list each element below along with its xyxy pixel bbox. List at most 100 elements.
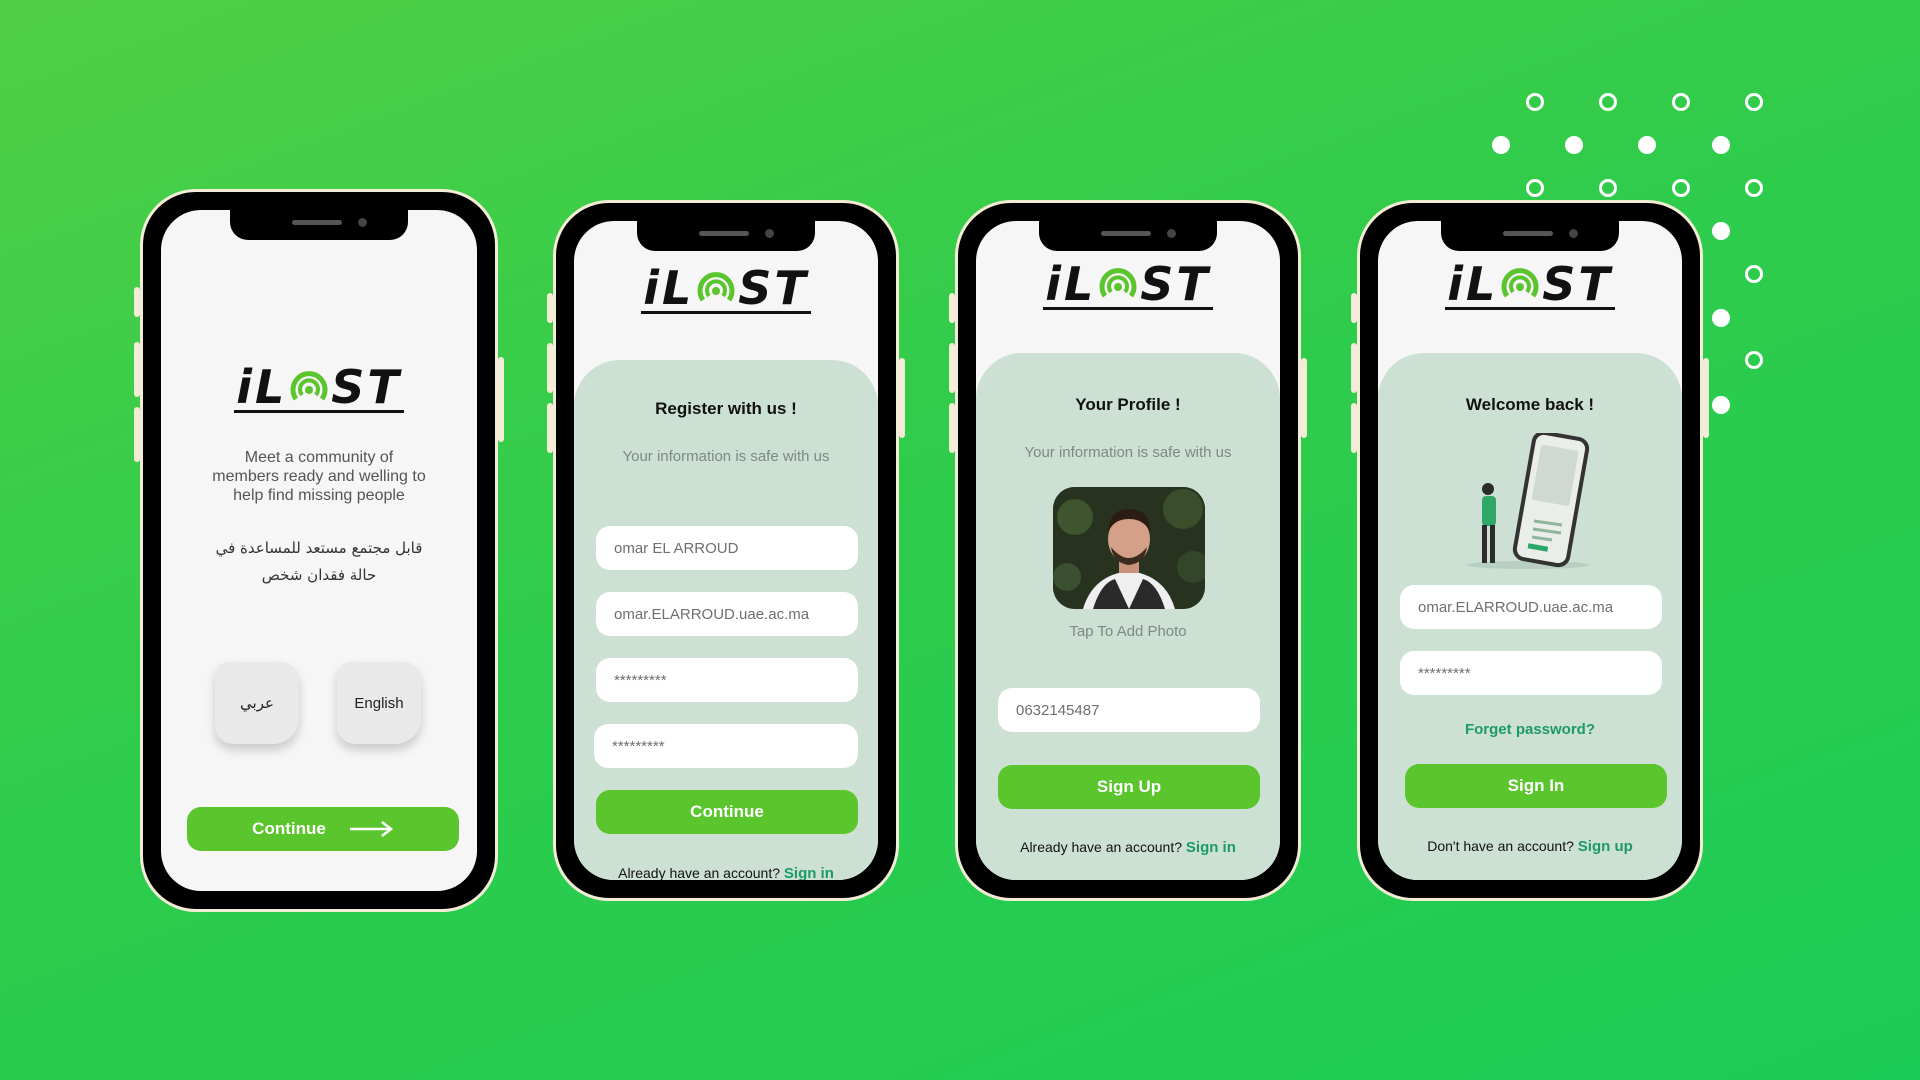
footer-text: Already have an account? [1020,839,1182,855]
arabic-line: حالة فقدان شخص [261,566,377,584]
logo-text: iL [1447,257,1499,311]
arabic-line: قابل مجتمع مستعد للمساعدة في [215,539,423,557]
phone-side-button [1351,403,1357,453]
logo-text: ST [1140,257,1211,311]
email-field[interactable]: omar.ELARROUD.uae.ac.ma [596,592,858,636]
phone-side-button [949,293,955,323]
app-logo: iL ST [574,261,878,315]
page-title: Your Profile ! [1075,395,1181,414]
phone-notch [1441,221,1619,251]
photo-caption: Tap To Add Photo [1069,623,1187,640]
screen: iL ST Welcome back ! omar.ELARROUD.uae.ac… [1378,221,1682,880]
tagline-line: Meet a community of [244,449,394,466]
signin-prompt: Already have an account? Sign in [976,839,1280,856]
page-title: Register with us ! [655,399,797,418]
page-title: Welcome back ! [1465,395,1595,414]
name-field[interactable]: omar EL ARROUD [596,526,858,570]
logo-text: iL [643,261,695,315]
phone-side-button [547,293,553,323]
app-logo: iL ST [161,360,477,414]
tagline-line: help find missing people [233,487,405,504]
phone-login: iL ST Welcome back ! omar.ELARROUD.uae.ac… [1351,200,1709,901]
logo-text: ST [738,261,809,315]
dot [1526,179,1544,197]
phone-side-button [1351,343,1357,393]
form-panel: Register with us ! Your information is s… [574,360,878,880]
form-panel: Welcome back ! omar.ELARROUD.uae.ac.ma *… [1378,353,1682,880]
continue-button[interactable]: Continue [187,807,459,851]
phone-side-button [899,358,905,438]
password-field[interactable]: ********* [1400,651,1662,695]
phone-side-button [134,407,140,462]
phone-side-button [1301,358,1307,438]
confirm-password-field[interactable]: ********* [594,724,858,768]
avatar [1053,487,1205,609]
continue-label: Continue [252,819,326,838]
phone-register: iL ST Register with us ! Your information… [547,200,905,901]
tagline: Meet a community of members ready and we… [161,448,477,505]
screen: iL ST Register with us ! Your information… [574,221,878,880]
sign-up-button[interactable]: Sign Up [998,765,1260,809]
dot [1745,351,1763,369]
dot [1745,265,1763,283]
tagline-line: members ready and welling to [212,468,426,485]
dot [1492,136,1510,154]
footer-text: Don't have an account? [1427,838,1574,854]
phone-side-button [949,403,955,453]
phone-side-button [498,357,504,442]
dot [1672,93,1690,111]
arrow-right-icon [349,821,393,837]
signup-prompt: Don't have an account? Sign up [1378,838,1682,855]
dot [1712,309,1730,327]
dot [1745,93,1763,111]
dot [1712,222,1730,240]
logo-text: iL [236,360,288,414]
dot [1599,93,1617,111]
app-logo: iL ST [976,257,1280,311]
dot [1526,93,1544,111]
phone-side-button [949,343,955,393]
sign-in-link[interactable]: Sign in [784,865,834,880]
location-signal-icon [1501,268,1539,298]
dot [1672,179,1690,197]
logo-text: ST [1542,257,1613,311]
phone-side-button [1703,358,1709,438]
profile-photo[interactable] [1053,487,1205,609]
english-language-button[interactable]: English [337,662,421,744]
sign-in-button[interactable]: Sign In [1405,764,1667,808]
phone-side-button [547,403,553,453]
sign-up-link[interactable]: Sign up [1578,838,1633,855]
signin-prompt: Already have an account? Sign in [574,865,878,880]
phone-notch [230,210,408,240]
screen: iL ST Meet a community of members ready a… [161,210,477,891]
form-panel: Your Profile ! Your information is safe … [976,353,1280,880]
phone-side-button [1351,293,1357,323]
dot [1638,136,1656,154]
dot [1712,136,1730,154]
arabic-tagline: قابل مجتمع مستعد للمساعدة في حالة فقدان … [161,535,477,589]
phone-side-button [134,342,140,397]
subtitle: Your information is safe with us [622,448,830,465]
dot [1565,136,1583,154]
phone-side-button [547,343,553,393]
password-field[interactable]: ********* [596,658,858,702]
arabic-language-button[interactable]: عربي [215,662,299,744]
logo-text: ST [331,360,402,414]
phone-number-field[interactable]: 0632145487 [998,688,1260,732]
dot [1745,179,1763,197]
location-signal-icon [290,371,328,401]
sign-in-link[interactable]: Sign in [1186,839,1236,856]
forgot-password-link[interactable]: Forget password? [1378,721,1682,738]
email-field[interactable]: omar.ELARROUD.uae.ac.ma [1400,585,1662,629]
footer-text: Already have an account? [618,865,780,880]
location-signal-icon [697,272,735,302]
subtitle: Your information is safe with us [1024,444,1232,461]
dot [1712,396,1730,414]
app-logo: iL ST [1378,257,1682,311]
dot [1599,179,1617,197]
location-signal-icon [1099,268,1137,298]
phone-side-button [134,287,140,317]
continue-button[interactable]: Continue [596,790,858,834]
phone-illustration [1466,433,1590,569]
screen: iL ST Your Profile ! Your information is … [976,221,1280,880]
